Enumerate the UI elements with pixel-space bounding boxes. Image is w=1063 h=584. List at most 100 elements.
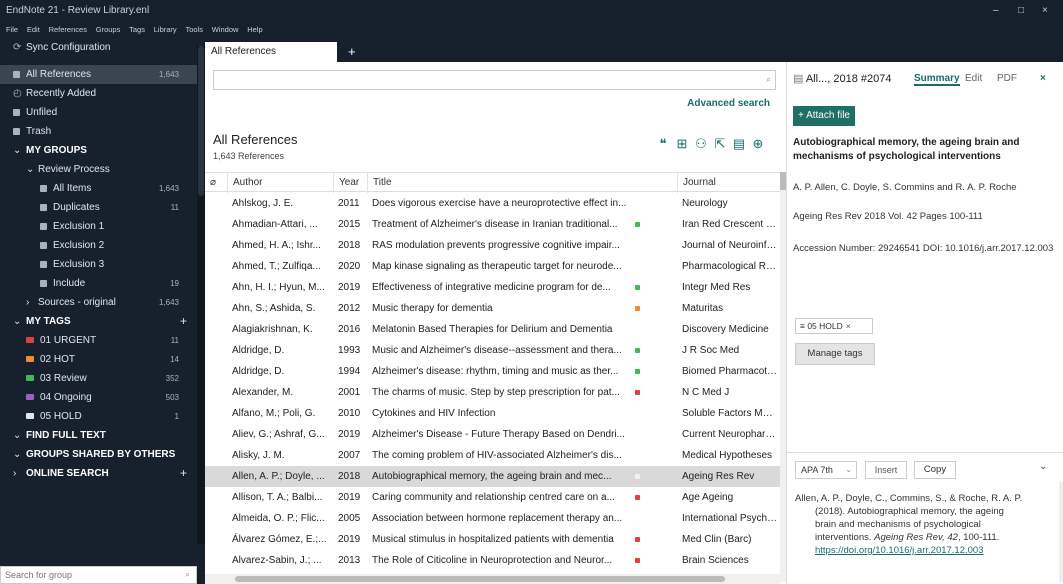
manage-tags-button[interactable]: Manage tags (795, 343, 875, 365)
add-tab-button[interactable]: + (348, 44, 356, 59)
remove-tag-icon[interactable]: × (846, 321, 851, 331)
table-row[interactable]: Alfano, M.; Poli, G. 2010 Cytokines and HI… (205, 403, 780, 424)
menu-groups[interactable]: Groups (96, 25, 121, 34)
sidebar-header-find-full-text[interactable]: ⌄ FIND FULL TEXT (0, 426, 205, 445)
table-row[interactable]: Almeida, O. P.; Flic... 2005 Association b… (205, 508, 780, 529)
sidebar-header-my-tags[interactable]: ⌄ MY TAGS + (0, 312, 205, 331)
add-online-search-icon[interactable]: + (180, 464, 187, 483)
table-horizontal-scrollbar[interactable] (205, 574, 780, 584)
table-row[interactable]: Aldridge, D. 1993 Music and Alzheimer's di… (205, 340, 780, 361)
table-row[interactable]: Alvarez-Sabin, J.; ... 2013 The Role of Ci… (205, 550, 780, 571)
citation-style-select[interactable]: APA 7th ⌄ (795, 461, 857, 479)
new-reference-icon[interactable]: ⊞ (674, 136, 690, 152)
add-tag-icon[interactable]: + (180, 312, 187, 331)
tab-all-references[interactable]: All References (205, 42, 337, 62)
tab-pdf[interactable]: PDF (997, 73, 1017, 84)
groups-shared-label: GROUPS SHARED BY OTHERS (26, 449, 176, 460)
table-row[interactable]: Allen, A. P.; Doyle, ... 2018 Autobiograph… (205, 466, 780, 487)
table-row[interactable]: Alisky, J. M. 2007 The coming problem of H… (205, 445, 780, 466)
sidebar-item-recently-added[interactable]: ◴ Recently Added (0, 84, 205, 103)
sidebar-item-all-references[interactable]: All References 1,643 (0, 65, 205, 84)
share-icon[interactable]: ⚇ (693, 136, 709, 152)
table-row[interactable]: Alexander, M. 2001 The charms of music. St… (205, 382, 780, 403)
trash-icon (13, 128, 20, 135)
sidebar-header-my-groups[interactable]: ⌄ MY GROUPS (0, 141, 205, 160)
group-icon (40, 185, 47, 192)
sidebar-item-tag[interactable]: 05 HOLD 1 (0, 407, 205, 426)
sidebar-item-tag[interactable]: 01 URGENT 11 (0, 331, 205, 350)
table-row[interactable]: Allison, T. A.; Balbi... 2019 Caring commu… (205, 487, 780, 508)
table-row[interactable]: Ahmed, H. A.; Ishr... 2018 RAS modulation … (205, 235, 780, 256)
menu-file[interactable]: File (6, 25, 18, 34)
menu-tags[interactable]: Tags (129, 25, 145, 34)
sidebar-item-tag[interactable]: 02 HOT 14 (0, 350, 205, 369)
sidebar-item-unfiled[interactable]: Unfiled (0, 103, 205, 122)
sidebar-item-group[interactable]: Duplicates 11 (0, 198, 205, 217)
close-detail-icon[interactable]: × (1040, 73, 1046, 84)
minimize-button[interactable]: – (993, 5, 999, 16)
citation-scrollbar[interactable] (1059, 482, 1063, 582)
column-title[interactable]: Title (367, 173, 677, 193)
tab-summary[interactable]: Summary (914, 73, 960, 86)
chevron-down-icon[interactable]: ⌄ (1039, 461, 1047, 472)
pdf-icon[interactable]: ▤ (731, 136, 747, 152)
export-icon[interactable]: ⇱ (712, 136, 728, 152)
advanced-search-link[interactable]: Advanced search (687, 98, 770, 109)
sidebar-item-group[interactable]: Include 19 (0, 274, 205, 293)
table-row[interactable]: Aliev, G.; Ashraf, G... 2019 Alzheimer's D… (205, 424, 780, 445)
table-row[interactable]: Ahlskog, J. E. 2011 Does vigorous exercise… (205, 193, 780, 214)
sidebar-item-review-process[interactable]: ⌄ Review Process (0, 160, 205, 179)
group-search-input[interactable]: Search for group ⌕ (0, 566, 197, 584)
sidebar-scrollbar[interactable] (197, 46, 205, 544)
maximize-button[interactable]: □ (1018, 5, 1024, 16)
sidebar-item-group[interactable]: Exclusion 2 (0, 236, 205, 255)
reference-detail-panel: ▤ All..., 2018 #2074 Summary Edit PDF × … (786, 62, 1063, 584)
cell-year: 2001 (338, 387, 361, 398)
table-row[interactable]: Alagiakrishnan, K. 2016 Melatonin Based Th… (205, 319, 780, 340)
insert-citation-icon[interactable]: ❝ (655, 136, 671, 152)
citation-doi-link[interactable]: https://doi.org/10.1016/j.arr.2017.12.00… (795, 544, 1057, 557)
table-row[interactable]: Ahmadian-Attari, ... 2015 Treatment of Alz… (205, 214, 780, 235)
sync-icon: ⟳ (13, 42, 22, 53)
attach-file-button[interactable]: + Attach file (793, 106, 855, 126)
table-row[interactable]: Ahn, S.; Ashida, S. 2012 Music therapy for… (205, 298, 780, 319)
table-row[interactable]: Álvarez Gómez, E.;... 2019 Musical stimulu… (205, 529, 780, 550)
tag-chip[interactable]: ≡ 05 HOLD × (795, 318, 873, 334)
table-header: ⌀ Author Year Title Journal (205, 172, 780, 193)
online-search-icon[interactable]: ⊕ (750, 136, 766, 152)
sidebar-item-sources[interactable]: › Sources - original 1,643 (0, 293, 205, 312)
sidebar-scroll-thumb[interactable] (198, 46, 204, 196)
sidebar-item-group[interactable]: Exclusion 1 (0, 217, 205, 236)
search-icon: ⌕ (765, 74, 771, 84)
copy-button[interactable]: Copy (914, 461, 956, 479)
sidebar-item-tag[interactable]: 04 Ongoing 503 (0, 388, 205, 407)
menu-tools[interactable]: Tools (185, 25, 203, 34)
menu-edit[interactable]: Edit (27, 25, 40, 34)
attachment-column-icon[interactable]: ⌀ (205, 173, 227, 193)
title-bar: EndNote 21 - Review Library.enl – □ × (0, 0, 1063, 22)
menu-help[interactable]: Help (247, 25, 262, 34)
sidebar-header-online-search[interactable]: › ONLINE SEARCH + (0, 464, 205, 483)
column-journal[interactable]: Journal (677, 173, 780, 193)
table-row[interactable]: Aldridge, D. 1994 Alzheimer's disease: rhy… (205, 361, 780, 382)
tab-edit[interactable]: Edit (965, 73, 982, 84)
menu-references[interactable]: References (49, 25, 87, 34)
table-row[interactable]: Ahn, H. I.; Hyun, M... 2019 Effectiveness … (205, 277, 780, 298)
sources-label: Sources - original (38, 297, 116, 308)
horizontal-scroll-thumb[interactable] (235, 576, 725, 582)
sidebar-item-tag[interactable]: 03 Review 352 (0, 369, 205, 388)
menu-window[interactable]: Window (212, 25, 239, 34)
menu-library[interactable]: Library (154, 25, 177, 34)
sidebar-item-group[interactable]: All Items 1,643 (0, 179, 205, 198)
library-search-input[interactable]: ⌕ (213, 70, 776, 90)
cell-journal: Neurology (682, 198, 728, 209)
table-row[interactable]: Ahmed, T.; Zulfiqa... 2020 Map kinase sign… (205, 256, 780, 277)
sidebar-item-trash[interactable]: Trash (0, 122, 205, 141)
sidebar-item-sync[interactable]: Sync Configuration ⟳ (0, 38, 205, 57)
column-author[interactable]: Author (227, 173, 333, 193)
close-button[interactable]: × (1042, 5, 1048, 16)
column-year[interactable]: Year (333, 173, 367, 193)
sidebar-item-group[interactable]: Exclusion 3 (0, 255, 205, 274)
insert-button[interactable]: Insert (865, 461, 907, 479)
sidebar-header-groups-shared[interactable]: ⌄ GROUPS SHARED BY OTHERS (0, 445, 205, 464)
